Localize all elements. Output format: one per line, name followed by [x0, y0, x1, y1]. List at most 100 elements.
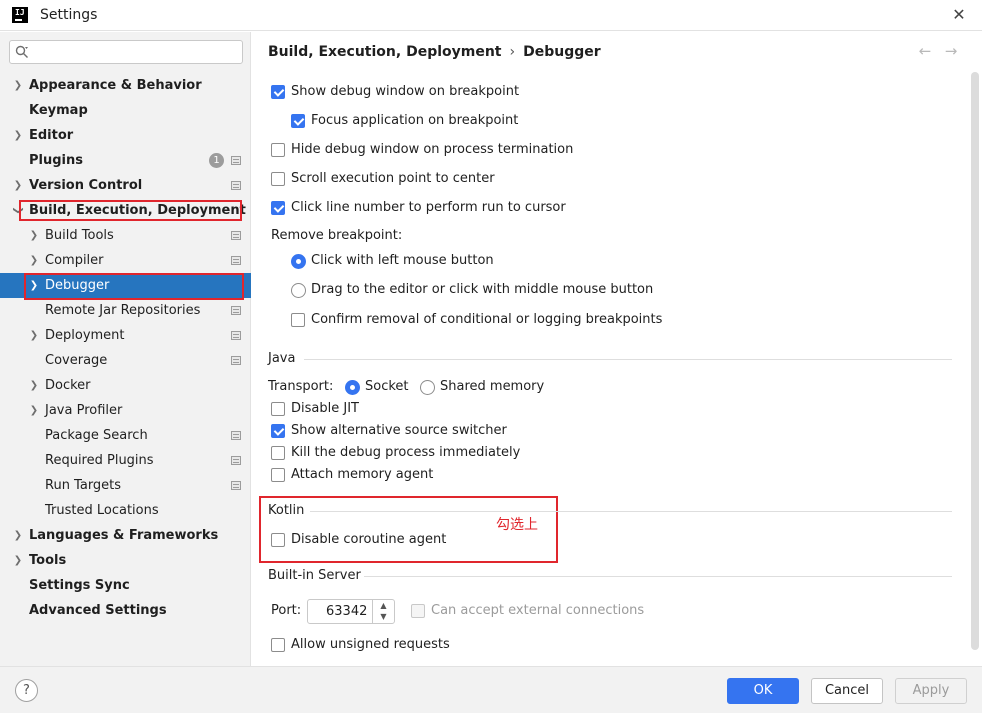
breadcrumb-parent[interactable]: Build, Execution, Deployment: [268, 44, 502, 60]
sidebar-item-label: Appearance & Behavior: [29, 78, 202, 93]
project-settings-icon: [231, 356, 241, 365]
confirm-removal-checkbox[interactable]: [291, 313, 305, 327]
project-settings-icon: [231, 456, 241, 465]
transport-label: Transport:: [268, 379, 334, 394]
click-line-number-checkbox[interactable]: [271, 201, 285, 215]
sidebar-item-label: Tools: [29, 553, 67, 568]
close-icon[interactable]: ✕: [950, 6, 968, 24]
breadcrumb: Build, Execution, Deployment › Debugger: [268, 44, 601, 60]
builtin-server-section-title: Built-in Server: [268, 568, 361, 583]
breadcrumb-current: Debugger: [523, 44, 601, 60]
sidebar-item-keymap[interactable]: Keymap: [0, 98, 251, 123]
transport-socket-radio[interactable]: [345, 380, 360, 395]
sidebar-item-required-plugins[interactable]: Required Plugins: [0, 448, 251, 473]
sidebar-item-label: Package Search: [45, 428, 148, 443]
sidebar-item-editor[interactable]: ❯ Editor: [0, 123, 251, 148]
alt-source-switcher-label: Show alternative source switcher: [291, 423, 507, 438]
kotlin-section-title: Kotlin: [268, 503, 305, 518]
sidebar-item-java-profiler[interactable]: ❯ Java Profiler: [0, 398, 251, 423]
show-debug-window-checkbox[interactable]: [271, 85, 285, 99]
sidebar-item-advanced-settings[interactable]: Advanced Settings: [0, 598, 251, 623]
sidebar-item-build-tools[interactable]: ❯ Build Tools: [0, 223, 251, 248]
port-value[interactable]: 63342: [326, 600, 367, 623]
chevron-right-icon[interactable]: ❯: [12, 173, 24, 198]
sidebar-item-compiler[interactable]: ❯ Compiler: [0, 248, 251, 273]
sidebar-item-label: Run Targets: [45, 478, 122, 493]
sidebar-item-label: Settings Sync: [29, 578, 130, 593]
port-stepper[interactable]: 63342 ▲ ▼: [307, 599, 395, 624]
sidebar-item-docker[interactable]: ❯ Docker: [0, 373, 251, 398]
chevron-right-icon[interactable]: ❯: [28, 248, 40, 273]
transport-shared-label: Shared memory: [440, 379, 545, 394]
project-settings-icon: [231, 306, 241, 315]
click-line-number-label: Click line number to perform run to curs…: [291, 200, 566, 215]
sidebar-item-tools[interactable]: ❯ Tools: [0, 548, 251, 573]
transport-shared-radio[interactable]: [420, 380, 435, 395]
transport-socket-label: Socket: [365, 379, 409, 394]
sidebar-item-deployment[interactable]: ❯ Deployment: [0, 323, 251, 348]
sidebar-item-coverage[interactable]: Coverage: [0, 348, 251, 373]
sidebar-item-package-search[interactable]: Package Search: [0, 423, 251, 448]
project-settings-icon: [231, 156, 241, 165]
intellij-logo-icon: IJ: [12, 7, 28, 23]
apply-button[interactable]: Apply: [895, 678, 967, 704]
attach-memory-agent-checkbox[interactable]: [271, 468, 285, 482]
vertical-scrollbar[interactable]: [971, 72, 979, 650]
disable-coroutine-agent-checkbox[interactable]: [271, 533, 285, 547]
sidebar-item-label: Plugins: [29, 153, 83, 168]
sidebar-item-label: Java Profiler: [45, 403, 123, 418]
spinner-up-icon[interactable]: ▲: [373, 600, 394, 611]
sidebar-item-settings-sync[interactable]: Settings Sync: [0, 573, 251, 598]
window-title: Settings: [40, 7, 98, 23]
can-accept-external-label: Can accept external connections: [431, 603, 645, 618]
ok-button[interactable]: OK: [727, 678, 799, 704]
chevron-right-icon[interactable]: ❯: [28, 398, 40, 423]
chevron-right-icon[interactable]: ❯: [28, 223, 40, 248]
spinner-down-icon[interactable]: ▼: [373, 611, 394, 622]
sidebar-item-trusted-locations[interactable]: Trusted Locations: [0, 498, 251, 523]
sidebar-item-label: Docker: [45, 378, 91, 393]
disable-jit-checkbox[interactable]: [271, 402, 285, 416]
remove-left-click-radio[interactable]: [291, 254, 306, 269]
sidebar-item-run-targets[interactable]: Run Targets: [0, 473, 251, 498]
sidebar-item-label: Trusted Locations: [45, 503, 159, 518]
focus-application-checkbox[interactable]: [291, 114, 305, 128]
disable-jit-label: Disable JIT: [291, 401, 359, 416]
chevron-right-icon[interactable]: ❯: [12, 548, 24, 573]
kill-debug-process-checkbox[interactable]: [271, 446, 285, 460]
alt-source-switcher-checkbox[interactable]: [271, 424, 285, 438]
sidebar-item-label: Remote Jar Repositories: [45, 303, 201, 318]
builtin-server-section-divider: [364, 576, 952, 577]
sidebar-item-languages-frameworks[interactable]: ❯ Languages & Frameworks: [0, 523, 251, 548]
chevron-right-icon[interactable]: ❯: [12, 123, 24, 148]
project-settings-icon: [231, 431, 241, 440]
forward-arrow-icon[interactable]: →: [942, 42, 960, 60]
help-icon[interactable]: ?: [15, 679, 38, 702]
sidebar-item-plugins[interactable]: Plugins 1: [0, 148, 251, 173]
java-section-title: Java: [268, 351, 296, 366]
chevron-right-icon[interactable]: ❯: [12, 523, 24, 548]
sidebar-item-remote-jar-repositories[interactable]: Remote Jar Repositories: [0, 298, 251, 323]
hide-debug-window-label: Hide debug window on process termination: [291, 142, 574, 157]
search-input[interactable]: [36, 43, 236, 61]
sidebar-item-appearance-behavior[interactable]: ❯ Appearance & Behavior: [0, 73, 251, 98]
remove-breakpoint-label: Remove breakpoint:: [271, 228, 403, 243]
disable-coroutine-agent-label: Disable coroutine agent: [291, 532, 447, 547]
search-box[interactable]: [9, 40, 243, 64]
allow-unsigned-checkbox[interactable]: [271, 638, 285, 652]
cancel-button[interactable]: Cancel: [811, 678, 883, 704]
focus-application-label: Focus application on breakpoint: [311, 113, 519, 128]
title-bar: IJ Settings ✕: [0, 0, 982, 31]
back-arrow-icon[interactable]: ←: [916, 42, 934, 60]
dialog-footer: ? OK Cancel Apply: [0, 666, 982, 713]
scroll-execution-checkbox[interactable]: [271, 172, 285, 186]
sidebar-item-label: Languages & Frameworks: [29, 528, 219, 543]
chevron-right-icon[interactable]: ❯: [12, 73, 24, 98]
sidebar-item-version-control[interactable]: ❯ Version Control: [0, 173, 251, 198]
kill-debug-process-label: Kill the debug process immediately: [291, 445, 521, 460]
remove-drag-radio[interactable]: [291, 283, 306, 298]
hide-debug-window-checkbox[interactable]: [271, 143, 285, 157]
chevron-right-icon[interactable]: ❯: [28, 323, 40, 348]
chevron-right-icon[interactable]: ❯: [28, 373, 40, 398]
can-accept-external-checkbox[interactable]: [411, 604, 425, 618]
